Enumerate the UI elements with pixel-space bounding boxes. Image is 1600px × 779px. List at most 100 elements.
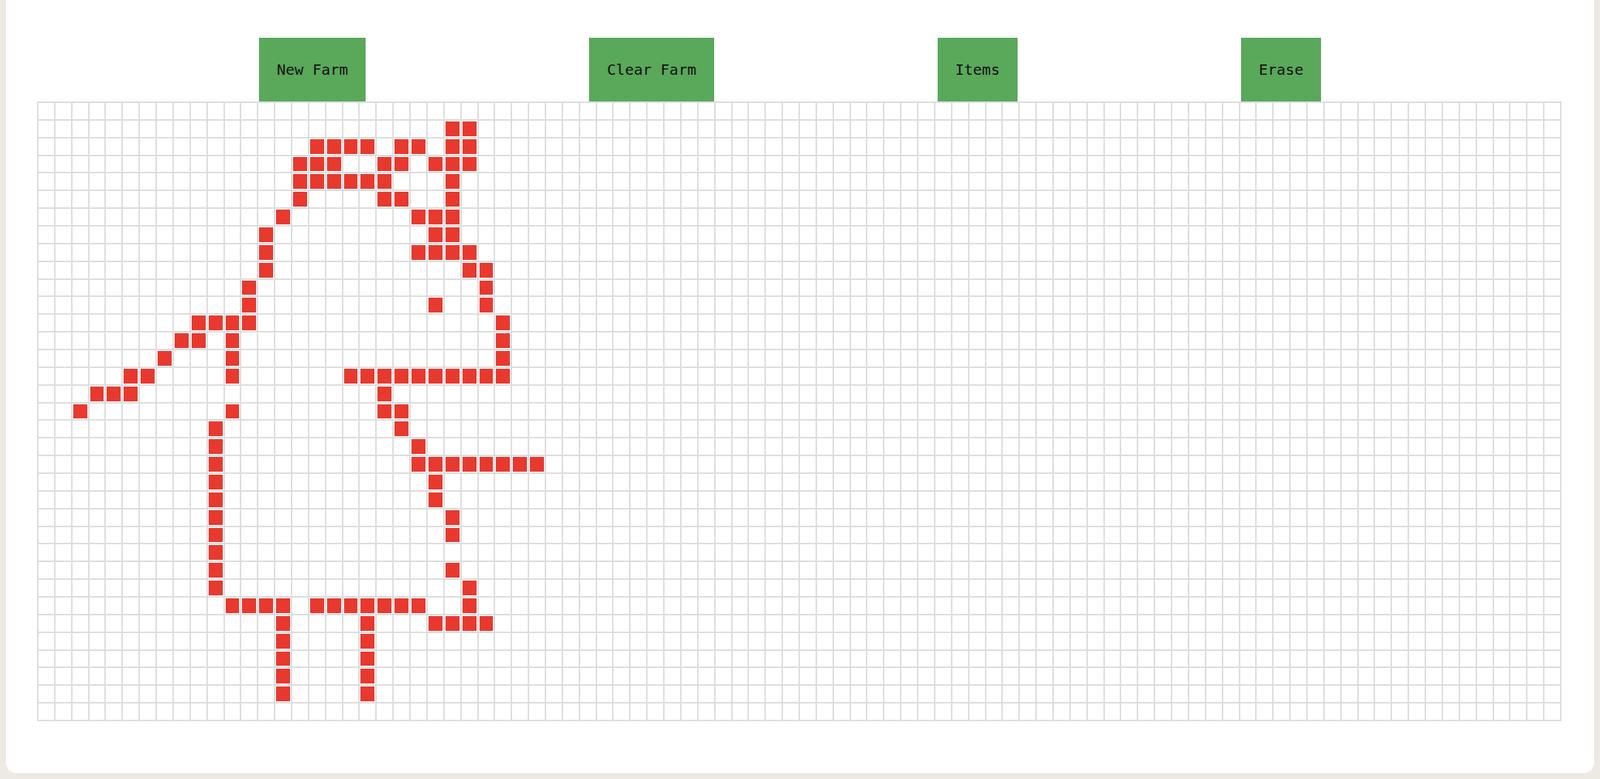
grid-cell[interactable] (884, 314, 900, 331)
grid-cell[interactable] (664, 420, 681, 437)
grid-cell[interactable] (38, 208, 55, 225)
grid-cell[interactable] (546, 420, 562, 437)
grid-cell[interactable] (851, 120, 867, 137)
grid-cell[interactable] (664, 261, 681, 279)
grid-cell[interactable] (376, 420, 393, 437)
grid-cell[interactable] (884, 403, 900, 420)
grid-cell[interactable] (613, 455, 630, 473)
grid-cell[interactable] (1036, 102, 1053, 120)
grid-cell[interactable] (1290, 367, 1307, 385)
grid-cell[interactable] (529, 350, 545, 367)
painted-cell[interactable] (207, 438, 224, 455)
grid-cell[interactable] (173, 156, 190, 173)
grid-cell[interactable] (969, 385, 986, 402)
grid-cell[interactable] (241, 403, 257, 420)
grid-cell[interactable] (1155, 244, 1171, 261)
grid-cell[interactable] (1138, 296, 1154, 314)
grid-cell[interactable] (1510, 314, 1526, 331)
grid-cell[interactable] (1324, 296, 1341, 314)
grid-cell[interactable] (1392, 332, 1408, 349)
grid-cell[interactable] (1070, 102, 1087, 120)
grid-cell[interactable] (563, 332, 579, 349)
grid-cell[interactable] (580, 350, 596, 367)
grid-cell[interactable] (89, 491, 106, 508)
grid-cell[interactable] (901, 261, 917, 279)
grid-cell[interactable] (427, 120, 444, 137)
grid-cell[interactable] (529, 314, 545, 331)
grid-cell[interactable] (1070, 367, 1087, 385)
grid-cell[interactable] (1307, 138, 1324, 155)
grid-cell[interactable] (834, 261, 850, 279)
grid-cell[interactable] (1324, 244, 1341, 261)
grid-cell[interactable] (105, 208, 122, 225)
grid-cell[interactable] (55, 473, 72, 490)
painted-cell[interactable] (427, 455, 444, 473)
painted-cell[interactable] (410, 244, 427, 261)
grid-cell[interactable] (901, 403, 917, 420)
grid-cell[interactable] (1443, 261, 1459, 279)
grid-cell[interactable] (1375, 385, 1391, 402)
grid-cell[interactable] (55, 491, 72, 508)
grid-cell[interactable] (1527, 190, 1544, 208)
grid-cell[interactable] (122, 420, 139, 437)
grid-cell[interactable] (376, 473, 393, 490)
grid-cell[interactable] (1409, 473, 1425, 490)
grid-cell[interactable] (326, 438, 342, 455)
grid-cell[interactable] (1409, 208, 1425, 225)
grid-cell[interactable] (952, 455, 968, 473)
grid-cell[interactable] (1443, 279, 1459, 297)
grid-cell[interactable] (884, 138, 900, 155)
grid-cell[interactable] (326, 244, 342, 261)
grid-cell[interactable] (1206, 138, 1222, 155)
grid-cell[interactable] (765, 403, 782, 420)
grid-cell[interactable] (765, 473, 782, 490)
grid-cell[interactable] (647, 102, 664, 120)
grid-cell[interactable] (1223, 314, 1239, 331)
grid-cell[interactable] (732, 314, 749, 331)
grid-cell[interactable] (1341, 226, 1358, 243)
grid-cell[interactable] (1544, 438, 1561, 455)
grid-cell[interactable] (156, 120, 173, 137)
grid-cell[interactable] (580, 314, 596, 331)
grid-cell[interactable] (630, 438, 647, 455)
grid-cell[interactable] (1240, 403, 1256, 420)
grid-cell[interactable] (1273, 173, 1290, 190)
grid-cell[interactable] (715, 102, 732, 120)
grid-cell[interactable] (1426, 350, 1442, 367)
grid-cell[interactable] (1273, 244, 1290, 261)
grid-cell[interactable] (935, 473, 951, 490)
grid-cell[interactable] (393, 173, 410, 190)
grid-cell[interactable] (224, 491, 241, 508)
grid-cell[interactable] (546, 102, 562, 120)
grid-cell[interactable] (748, 420, 765, 437)
grid-cell[interactable] (105, 296, 122, 314)
grid-cell[interactable] (817, 403, 833, 420)
grid-cell[interactable] (1510, 156, 1526, 173)
grid-cell[interactable] (851, 261, 867, 279)
grid-cell[interactable] (851, 138, 867, 155)
grid-cell[interactable] (207, 156, 224, 173)
grid-cell[interactable] (1172, 261, 1188, 279)
painted-cell[interactable] (427, 367, 444, 385)
grid-cell[interactable] (1460, 226, 1476, 243)
grid-cell[interactable] (275, 102, 291, 120)
grid-cell[interactable] (224, 385, 241, 402)
grid-cell[interactable] (1460, 120, 1476, 137)
grid-cell[interactable] (190, 208, 207, 225)
grid-cell[interactable] (647, 138, 664, 155)
grid-cell[interactable] (376, 102, 393, 120)
grid-cell[interactable] (748, 314, 765, 331)
grid-cell[interactable] (1358, 138, 1375, 155)
grid-cell[interactable] (1121, 226, 1137, 243)
grid-cell[interactable] (156, 279, 173, 297)
grid-cell[interactable] (1358, 226, 1375, 243)
grid-cell[interactable] (563, 385, 579, 402)
grid-cell[interactable] (647, 385, 664, 402)
grid-cell[interactable] (1036, 367, 1053, 385)
grid-cell[interactable] (1527, 350, 1544, 367)
grid-cell[interactable] (867, 385, 883, 402)
grid-cell[interactable] (1307, 102, 1324, 120)
painted-cell[interactable] (461, 156, 478, 173)
grid-cell[interactable] (1460, 208, 1476, 225)
grid-cell[interactable] (173, 314, 190, 331)
